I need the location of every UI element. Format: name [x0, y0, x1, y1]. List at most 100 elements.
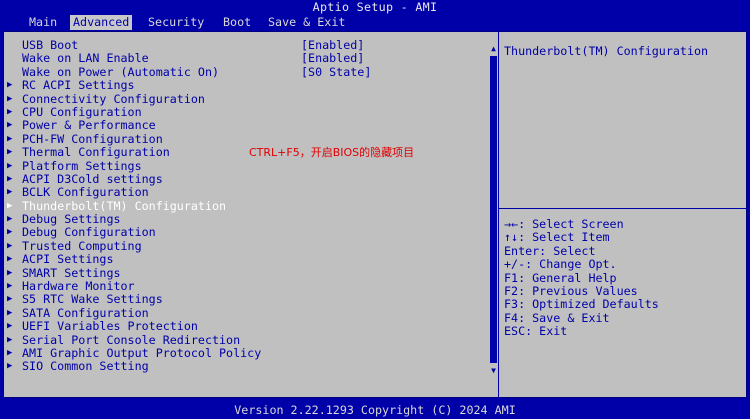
submenu-s5-rtc-wake-settings[interactable]: ▶ S5 RTC Wake Settings	[4, 292, 489, 307]
submenu-arrow-icon: ▶	[7, 361, 13, 372]
scroll-up-arrow-icon[interactable]: ▲	[489, 43, 498, 54]
tab-security[interactable]: Security	[145, 15, 207, 30]
submenu-platform-settings[interactable]: ▶ Platform Settings	[4, 158, 489, 173]
key-hint-save-exit: F4: Save & Exit	[504, 310, 610, 325]
submenu-arrow-icon: ▶	[7, 80, 13, 91]
submenu-smart-settings[interactable]: ▶ SMART Settings	[4, 265, 489, 280]
setup-panel: USB Boot [Enabled] Wake on LAN Enable [E…	[3, 31, 747, 398]
submenu-label: ACPI Settings	[22, 252, 114, 267]
setting-label: USB Boot	[22, 38, 79, 52]
submenu-arrow-icon: ▶	[7, 133, 13, 144]
submenu-arrow-icon: ▶	[7, 240, 13, 251]
submenu-arrow-icon: ▶	[7, 160, 13, 171]
submenu-arrow-icon: ▶	[7, 227, 13, 238]
submenu-label: Debug Configuration	[22, 225, 156, 240]
submenu-acpi-settings[interactable]: ▶ ACPI Settings	[4, 252, 489, 267]
submenu-serial-port-console-redirection[interactable]: ▶ Serial Port Console Redirection	[4, 332, 489, 347]
submenu-label: SATA Configuration	[22, 305, 149, 320]
hidden-items-note: CTRL+F5，开启BIOS的隐藏项目	[249, 146, 415, 159]
scrollbar[interactable]: ▲ ▼	[489, 43, 498, 376]
submenu-arrow-icon: ▶	[7, 321, 13, 332]
tab-boot[interactable]: Boot	[220, 15, 254, 30]
submenu-arrow-icon: ▶	[7, 307, 13, 318]
submenu-label: UEFI Variables Protection	[22, 319, 198, 334]
setting-wake-on-power[interactable]: Wake on Power (Automatic On) [S0 State]	[4, 64, 489, 79]
tab-save-exit[interactable]: Save & Exit	[265, 15, 348, 30]
key-hint-select-screen: →←: Select Screen	[504, 217, 624, 231]
submenu-arrow-icon: ▶	[7, 267, 13, 278]
submenu-label: BCLK Configuration	[22, 185, 149, 200]
submenu-label: PCH-FW Configuration	[22, 131, 163, 146]
submenu-thunderbolt-configuration[interactable]: ▶ Thunderbolt(TM) Configuration	[4, 198, 489, 213]
submenu-label: Platform Settings	[22, 158, 142, 173]
key-hint-change-opt: +/-: Change Opt.	[504, 257, 617, 272]
submenu-arrow-icon: ▶	[7, 173, 13, 184]
submenu-ami-graphic-output-protocol-policy[interactable]: ▶ AMI Graphic Output Protocol Policy	[4, 345, 489, 360]
submenu-arrow-icon: ▶	[7, 200, 13, 211]
submenu-arrow-icon: ▶	[7, 120, 13, 131]
submenu-arrow-icon: ▶	[7, 214, 13, 225]
tab-advanced[interactable]: Advanced	[70, 15, 133, 30]
setting-usb-boot[interactable]: USB Boot [Enabled]	[4, 38, 489, 52]
submenu-label: Serial Port Console Redirection	[22, 332, 241, 347]
submenu-label: Hardware Monitor	[22, 279, 135, 294]
key-hint-general-help: F1: General Help	[504, 270, 617, 285]
submenu-label: SMART Settings	[22, 265, 121, 280]
scroll-thumb[interactable]	[490, 56, 497, 280]
setting-label: Wake on Power (Automatic On)	[22, 64, 220, 79]
tab-main[interactable]: Main	[26, 15, 60, 30]
settings-list: USB Boot [Enabled] Wake on LAN Enable [E…	[4, 38, 489, 374]
setting-wake-on-lan[interactable]: Wake on LAN Enable [Enabled]	[4, 51, 489, 66]
panel-divider	[498, 32, 499, 397]
submenu-arrow-icon: ▶	[7, 187, 13, 198]
version-footer: Version 2.22.1293 Copyright (C) 2024 AMI	[234, 403, 516, 417]
key-hint-select-item: ↑↓: Select Item	[504, 230, 610, 245]
help-divider	[499, 208, 747, 209]
submenu-label: AMI Graphic Output Protocol Policy	[22, 345, 262, 360]
submenu-debug-configuration[interactable]: ▶ Debug Configuration	[4, 225, 489, 240]
submenu-debug-settings[interactable]: ▶ Debug Settings	[4, 212, 489, 227]
submenu-arrow-icon: ▶	[7, 254, 13, 265]
submenu-label: Power & Performance	[22, 118, 156, 133]
submenu-label: Trusted Computing	[22, 238, 142, 253]
submenu-label: S5 RTC Wake Settings	[22, 292, 163, 307]
submenu-arrow-icon: ▶	[7, 147, 13, 158]
submenu-pch-fw-configuration[interactable]: ▶ PCH-FW Configuration	[4, 131, 489, 146]
menu-bar: Main Advanced Security Boot Save & Exit	[0, 15, 750, 30]
submenu-bclk-configuration[interactable]: ▶ BCLK Configuration	[4, 185, 489, 200]
setting-label: Wake on LAN Enable	[22, 51, 149, 66]
setting-value[interactable]: [Enabled]	[301, 51, 364, 65]
submenu-label: Debug Settings	[22, 212, 121, 227]
help-title: Thunderbolt(TM) Configuration	[504, 44, 709, 58]
setting-value[interactable]: [S0 State]	[301, 65, 371, 79]
key-hint-enter: Enter: Select	[504, 243, 596, 258]
submenu-label: CPU Configuration	[22, 104, 142, 119]
submenu-arrow-icon: ▶	[7, 281, 13, 292]
submenu-arrow-icon: ▶	[7, 294, 13, 305]
submenu-uefi-variables-protection[interactable]: ▶ UEFI Variables Protection	[4, 319, 489, 334]
submenu-label: Thunderbolt(TM) Configuration	[22, 198, 227, 213]
submenu-power-performance[interactable]: ▶ Power & Performance	[4, 118, 489, 133]
submenu-label: RC ACPI Settings	[22, 78, 135, 93]
submenu-rc-acpi-settings[interactable]: ▶ RC ACPI Settings	[4, 78, 489, 93]
submenu-thermal-configuration[interactable]: ▶ Thermal Configuration	[4, 145, 489, 159]
submenu-cpu-configuration[interactable]: ▶ CPU Configuration	[4, 104, 489, 119]
submenu-arrow-icon: ▶	[7, 93, 13, 104]
key-legend: →←: Select Screen ↑↓: Select Item Enter:…	[504, 217, 659, 339]
submenu-sio-common-setting[interactable]: ▶ SIO Common Setting	[4, 359, 489, 374]
key-hint-previous-values: F2: Previous Values	[504, 283, 638, 298]
submenu-label: ACPI D3Cold settings	[22, 171, 163, 186]
submenu-label: SIO Common Setting	[22, 359, 149, 374]
submenu-sata-configuration[interactable]: ▶ SATA Configuration	[4, 305, 489, 320]
key-hint-optimized-defaults: F3: Optimized Defaults	[504, 297, 659, 312]
submenu-hardware-monitor[interactable]: ▶ Hardware Monitor	[4, 279, 489, 294]
scroll-down-arrow-icon[interactable]: ▼	[489, 365, 498, 376]
key-hint-exit: ESC: Exit	[504, 324, 568, 339]
submenu-acpi-d3cold-settings[interactable]: ▶ ACPI D3Cold settings	[4, 171, 489, 186]
submenu-arrow-icon: ▶	[7, 347, 13, 358]
submenu-connectivity-configuration[interactable]: ▶ Connectivity Configuration	[4, 92, 489, 106]
window-title: Aptio Setup - AMI	[312, 0, 438, 14]
setting-value[interactable]: [Enabled]	[301, 38, 364, 52]
submenu-arrow-icon: ▶	[7, 334, 13, 345]
submenu-trusted-computing[interactable]: ▶ Trusted Computing	[4, 238, 489, 253]
